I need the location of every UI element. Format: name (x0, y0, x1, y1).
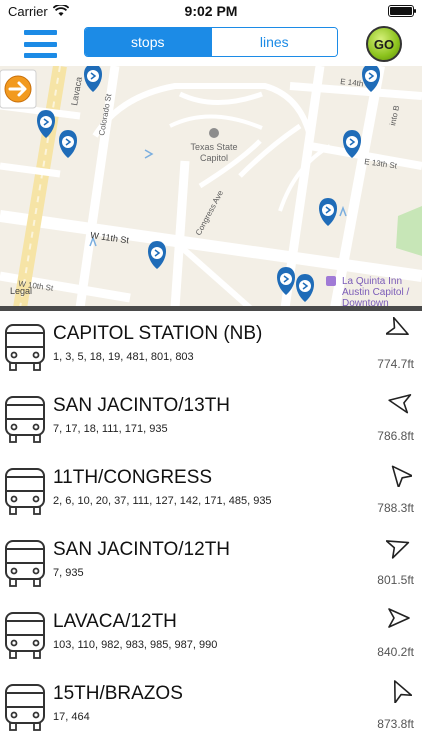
navigation-bar: stops lines GO (0, 22, 422, 66)
stop-distance: 873.8ft (377, 717, 414, 731)
navigation-arrow-icon (386, 317, 409, 336)
status-bar: Carrier 9:02 PM (0, 0, 422, 22)
bus-icon (5, 540, 45, 587)
stop-row-capitol-station[interactable]: CAPITOL STATION (NB) 1, 3, 5, 18, 19, 48… (0, 311, 422, 383)
stop-distance: 788.3ft (377, 501, 414, 515)
stop-routes: 2, 6, 10, 20, 37, 111, 127, 142, 171, 48… (53, 495, 272, 507)
stop-row-11th-congress[interactable]: 11TH/CONGRESS 2, 6, 10, 20, 37, 111, 127… (0, 455, 422, 527)
stop-distance: 786.8ft (377, 429, 414, 443)
map-legal-link[interactable]: Legal (10, 286, 32, 296)
stop-distance: 840.2ft (377, 645, 414, 659)
stop-row-san-jacinto-12th[interactable]: SAN JACINTO/12TH 7, 935 801.5ft (0, 527, 422, 599)
navigation-arrow-icon (386, 540, 410, 559)
stop-name: CAPITOL STATION (NB) (53, 323, 263, 344)
bus-icon (5, 324, 45, 371)
poi-hotel-line1: La Quinta Inn (342, 276, 402, 287)
stop-row-san-jacinto-13th[interactable]: SAN JACINTO/13TH 7, 17, 18, 111, 171, 93… (0, 383, 422, 455)
go-button[interactable]: GO (366, 26, 402, 62)
navigation-arrow-icon (388, 608, 410, 628)
tab-stops[interactable]: stops (85, 28, 211, 56)
stop-name: SAN JACINTO/12TH (53, 539, 231, 560)
navigation-arrow-icon (393, 680, 412, 703)
stop-name: 15TH/BRAZOS (53, 683, 183, 704)
stop-routes: 17, 464 (53, 711, 90, 723)
poi-capitol-line1: Texas State (190, 142, 237, 152)
poi-hotel-line2: Austin Capitol / (342, 287, 409, 298)
stop-routes: 7, 935 (53, 567, 84, 579)
navigation-arrow-icon (391, 465, 412, 487)
bus-icon (5, 396, 45, 443)
hotel-icon (326, 276, 336, 286)
stop-row-15th-brazos[interactable]: 15TH/BRAZOS 17, 464 873.8ft (0, 671, 422, 743)
bus-icon (5, 612, 45, 659)
stop-name: SAN JACINTO/13TH (53, 395, 231, 416)
stop-routes: 1, 3, 5, 18, 19, 481, 801, 803 (53, 351, 194, 363)
stop-routes: 7, 17, 18, 111, 171, 935 (53, 423, 168, 435)
stop-name: LAVACA/12TH (53, 611, 177, 632)
landmark-icon (209, 128, 219, 138)
poi-capitol-line2: Capitol (200, 153, 228, 163)
navigation-arrow-icon (388, 394, 412, 414)
carrier-label: Carrier (8, 3, 48, 19)
map-view[interactable]: Lavaca Colorado St W 11th St W 10th St C… (0, 66, 422, 308)
wifi-icon (52, 5, 69, 16)
arrow-right-button[interactable] (0, 69, 37, 109)
battery-level (390, 7, 412, 15)
tab-lines[interactable]: lines (210, 28, 337, 56)
bus-icon (5, 468, 45, 515)
stop-distance: 774.7ft (377, 357, 414, 371)
menu-icon[interactable] (24, 30, 57, 58)
stops-list[interactable]: CAPITOL STATION (NB) 1, 3, 5, 18, 19, 48… (0, 311, 422, 750)
stops-lines-segmented-control: stops lines (84, 27, 338, 57)
stop-name: 11TH/CONGRESS (53, 467, 213, 488)
battery-icon (388, 5, 416, 17)
stop-routes: 103, 110, 982, 983, 985, 987, 990 (53, 639, 218, 651)
stop-row-lavaca-12th[interactable]: LAVACA/12TH 103, 110, 982, 983, 985, 987… (0, 599, 422, 671)
bus-icon (5, 684, 45, 731)
stop-distance: 801.5ft (377, 573, 414, 587)
